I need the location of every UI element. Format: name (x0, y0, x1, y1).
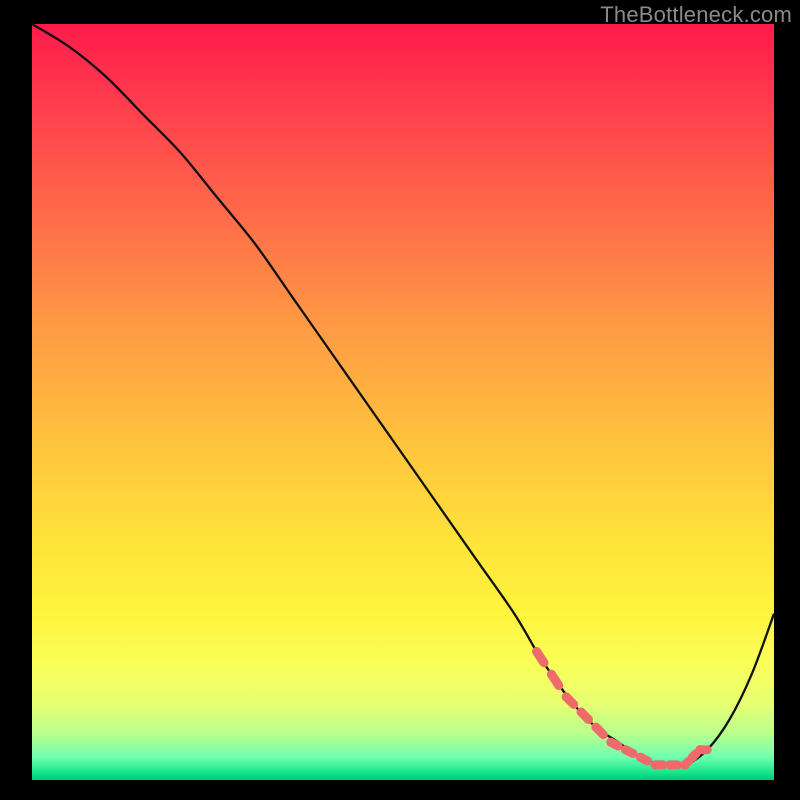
sweet-spot-dot (577, 708, 586, 717)
sweet-spot-dot (688, 753, 697, 762)
sweet-spot-dot (636, 753, 645, 762)
chart-stage: TheBottleneck.com (0, 0, 800, 800)
curve-layer (32, 24, 774, 780)
sweet-spot-dot (562, 692, 571, 701)
sweet-spot-dot (651, 760, 660, 769)
sweet-spot-dot (681, 760, 690, 769)
sweet-spot-dot (606, 738, 615, 747)
sweet-spot-dot (621, 745, 630, 754)
sweet-spot-dot (666, 760, 675, 769)
sweet-spot-markers (532, 647, 712, 769)
sweet-spot-dot (547, 670, 556, 679)
bottleneck-curve (32, 24, 774, 766)
sweet-spot-dot (591, 723, 600, 732)
attribution-text: TheBottleneck.com (600, 2, 792, 28)
gradient-plot-area (32, 24, 774, 780)
sweet-spot-dot (532, 647, 541, 656)
sweet-spot-dot (703, 745, 712, 754)
